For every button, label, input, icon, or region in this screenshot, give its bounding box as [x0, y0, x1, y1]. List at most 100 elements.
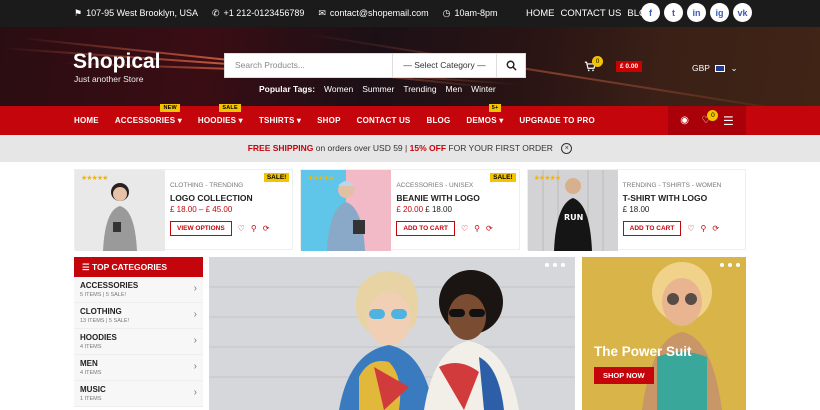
- nav-item-demos[interactable]: DEMOS ▾ 5+: [466, 104, 503, 125]
- slider-dot[interactable]: [561, 263, 565, 267]
- product-price: £ 18.00 – £ 45.00: [170, 205, 232, 214]
- nav-actions: ◉ ♡ 0 ☰: [668, 106, 746, 135]
- chevron-right-icon: ›: [193, 335, 197, 346]
- currency-label: GBP: [692, 63, 710, 73]
- tag-trending[interactable]: Trending: [403, 84, 436, 94]
- product-actions: VIEW OPTIONS ♡ ⚲ ⟳: [170, 221, 269, 236]
- top-link-home[interactable]: HOME: [526, 8, 555, 19]
- sale-badge: SALE!: [490, 173, 516, 182]
- product-card[interactable]: RUN ★★★★★ TRENDING - TSHIRTS - WOMEN T-S…: [526, 169, 746, 251]
- view-options-button[interactable]: VIEW OPTIONS: [170, 221, 232, 236]
- compare-icon[interactable]: ⟳: [486, 224, 493, 233]
- hero-slider[interactable]: [209, 257, 575, 410]
- product-categories[interactable]: ACCESSORIES - UNISEX: [396, 182, 473, 189]
- heart-icon[interactable]: ♡: [238, 224, 245, 233]
- search-icon[interactable]: ⚲: [251, 224, 257, 233]
- rating-stars: ★★★★★: [533, 175, 561, 182]
- close-icon[interactable]: ×: [561, 143, 573, 155]
- product-categories[interactable]: CLOTHING - TRENDING: [170, 182, 243, 189]
- product-card[interactable]: ★★★★★ SALE! CLOTHING - TRENDING LOGO COL…: [74, 169, 294, 251]
- wishlist-count-badge: 0: [707, 110, 719, 121]
- chevron-right-icon: ›: [193, 361, 197, 372]
- cart-total: £ 0.00: [616, 61, 643, 72]
- search-icon[interactable]: ⚲: [474, 224, 480, 233]
- product-price: £ 18.00: [623, 205, 650, 214]
- categories-header: ☰ TOP CATEGORIES: [74, 257, 203, 277]
- top-bar: ⚑ 107-95 West Brooklyn, USA ✆ +1 212-01234…: [0, 0, 820, 27]
- add-to-cart-button[interactable]: ADD TO CART: [622, 221, 682, 236]
- main-nav: HOME ACCESSORIES ▾ NEW HOODIES ▾ SALE TSHI…: [0, 104, 820, 135]
- vk-icon[interactable]: vk: [733, 3, 752, 22]
- nav-item-home[interactable]: HOME: [74, 116, 99, 125]
- product-image[interactable]: [75, 170, 165, 251]
- hero-image: [209, 257, 575, 410]
- tag-winter[interactable]: Winter: [471, 84, 496, 94]
- product-categories[interactable]: TRENDING - TSHIRTS - WOMEN: [623, 182, 722, 189]
- user-icon[interactable]: ◉: [680, 115, 689, 126]
- twitter-icon[interactable]: t: [664, 3, 683, 22]
- category-row-accessories[interactable]: ACCESSORIES 5 ITEMS | 5 SALE! ›: [74, 277, 203, 303]
- shop-now-button[interactable]: SHOP NOW: [594, 367, 654, 384]
- slider-dot[interactable]: [553, 263, 557, 267]
- compare-icon[interactable]: ⟳: [263, 224, 270, 233]
- chevron-right-icon: ›: [193, 309, 197, 320]
- category-name: MEN: [80, 359, 98, 368]
- tag-men[interactable]: Men: [446, 84, 463, 94]
- slider-dot[interactable]: [728, 263, 732, 267]
- promo-discount: 15% OFF: [409, 143, 447, 153]
- category-name: HOODIES: [80, 333, 117, 342]
- tag-summer[interactable]: Summer: [362, 84, 394, 94]
- promo-banner[interactable]: The Power Suit SHOP NOW: [582, 257, 746, 410]
- promo-shipping-text: on orders over USD 59: [315, 143, 403, 153]
- nav-item-blog[interactable]: BLOG: [426, 116, 450, 125]
- category-row-music[interactable]: MUSIC 1 ITEMS ›: [74, 381, 203, 407]
- search-icon[interactable]: ⚲: [700, 224, 706, 233]
- popular-label: Popular Tags:: [259, 84, 316, 94]
- wishlist-icon[interactable]: ♡ 0: [701, 110, 719, 126]
- compare-icon[interactable]: ⟳: [712, 224, 719, 233]
- slider-dot[interactable]: [720, 263, 724, 267]
- category-row-hoodies[interactable]: HOODIES 4 ITEMS ›: [74, 329, 203, 355]
- currency-switcher[interactable]: GBP ⌄: [692, 63, 738, 74]
- promo-separator: |: [405, 143, 408, 153]
- category-select[interactable]: — Select Category —: [392, 54, 496, 77]
- search-button[interactable]: [496, 54, 525, 77]
- facebook-icon[interactable]: f: [641, 3, 660, 22]
- heart-icon[interactable]: ♡: [461, 224, 468, 233]
- product-image[interactable]: [301, 170, 392, 251]
- product-image[interactable]: RUN: [527, 170, 618, 251]
- nav-item-accessories[interactable]: ACCESSORIES ▾ NEW: [115, 104, 182, 125]
- add-to-cart-button[interactable]: ADD TO CART: [396, 221, 455, 236]
- email-text[interactable]: contact@shopemail.com: [330, 8, 429, 18]
- nav-item-contact[interactable]: CONTACT US: [357, 116, 411, 125]
- email[interactable]: ✉ contact@shopemail.com: [318, 8, 428, 19]
- linkedin-icon[interactable]: in: [687, 3, 706, 22]
- instagram-icon[interactable]: ig: [710, 3, 729, 22]
- nav-item-shop[interactable]: SHOP: [317, 116, 340, 125]
- product-price: £ 20.00 £ 18.00: [396, 205, 452, 214]
- product-title[interactable]: BEANIE WITH LOGO: [396, 193, 480, 203]
- address: ⚑ 107-95 West Brooklyn, USA: [74, 8, 198, 19]
- search-input[interactable]: Search Products...: [225, 54, 392, 77]
- rating-stars: ★★★★★: [81, 175, 108, 182]
- category-row-clothing[interactable]: CLOTHING 13 ITEMS | 5 SALE! ›: [74, 303, 203, 329]
- product-photo: [75, 170, 165, 251]
- menu-icon[interactable]: ☰: [723, 114, 734, 128]
- tag-women[interactable]: Women: [324, 84, 353, 94]
- heart-icon[interactable]: ♡: [687, 224, 694, 233]
- chevron-right-icon: ›: [193, 283, 197, 294]
- chevron-down-icon: ▾: [238, 116, 243, 125]
- nav-item-hoodies[interactable]: HOODIES ▾ SALE: [198, 104, 243, 125]
- product-title[interactable]: T-SHIRT WITH LOGO: [623, 193, 708, 203]
- product-card[interactable]: ★★★★★ SALE! ACCESSORIES - UNISEX BEANIE …: [300, 169, 520, 251]
- nav-item-tshirts[interactable]: TSHIRTS ▾: [259, 116, 301, 125]
- nav-item-upgrade[interactable]: UPGRADE TO PRO: [519, 116, 595, 125]
- product-photo: RUN: [527, 170, 618, 251]
- product-title[interactable]: LOGO COLLECTION: [170, 193, 253, 203]
- category-row-men[interactable]: MEN 4 ITEMS ›: [74, 355, 203, 381]
- top-link-contact[interactable]: CONTACT US: [561, 8, 622, 19]
- slider-dot[interactable]: [736, 263, 740, 267]
- slider-dot[interactable]: [545, 263, 549, 267]
- site-logo[interactable]: Shopical: [73, 50, 161, 74]
- header-cart[interactable]: 0 £ 0.00: [584, 56, 643, 72]
